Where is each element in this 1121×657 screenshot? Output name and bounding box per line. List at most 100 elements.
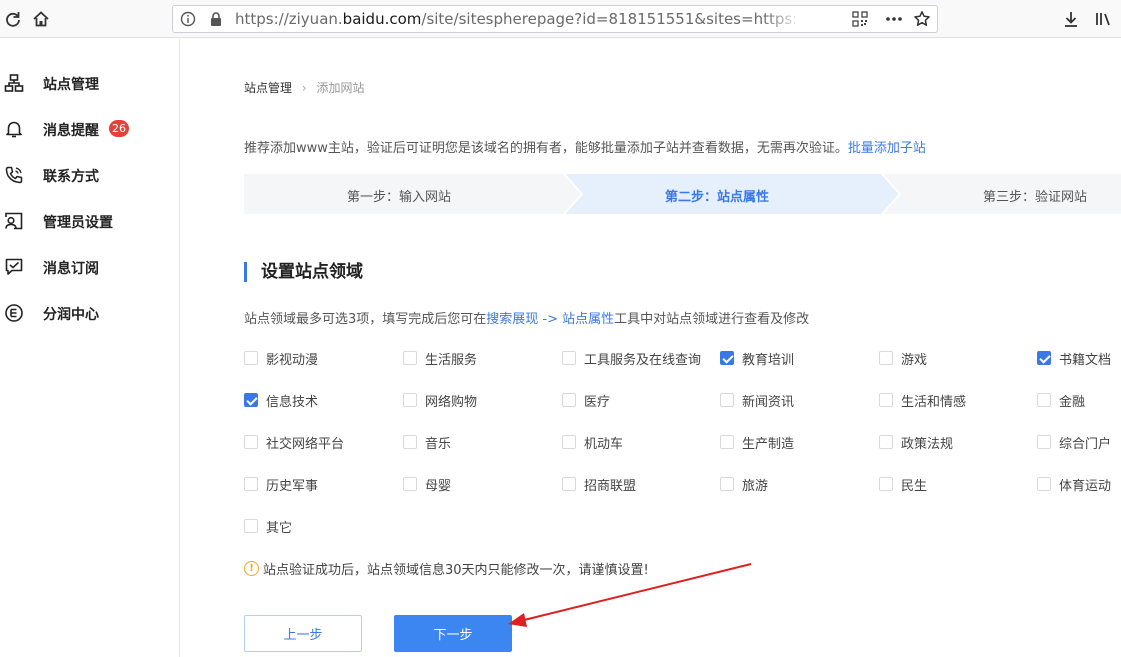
sidebar-item-label: 消息订阅 bbox=[43, 261, 99, 277]
sidebar-item-label: 分润中心 bbox=[43, 307, 99, 323]
checkbox-icon[interactable] bbox=[1037, 393, 1051, 407]
domain-option-label: 影视动漫 bbox=[266, 352, 319, 368]
domain-option-label: 综合门户 bbox=[1059, 436, 1112, 452]
site-attribute-tool-link[interactable]: 搜索展现 -> 站点属性 bbox=[486, 312, 614, 327]
checkbox-icon[interactable] bbox=[562, 351, 576, 365]
domain-option[interactable]: 社交网络平台 bbox=[244, 433, 344, 452]
phone-icon bbox=[4, 165, 24, 185]
domain-option[interactable]: 书籍文档 bbox=[1037, 349, 1111, 368]
browser-toolbar: https://ziyuan.baidu.com/site/sitesphere… bbox=[0, 0, 1121, 38]
checkbox-icon[interactable] bbox=[720, 435, 734, 449]
domain-option[interactable]: 母婴 bbox=[403, 475, 452, 494]
checkbox-icon[interactable] bbox=[244, 351, 258, 365]
desc-prefix: 站点领域最多可选3项，填写完成后您可在 bbox=[244, 312, 487, 327]
domain-option[interactable]: 机动车 bbox=[562, 433, 624, 452]
domain-option[interactable]: 信息技术 bbox=[244, 391, 318, 410]
checkbox-icon[interactable] bbox=[403, 435, 417, 449]
url-fade bbox=[763, 8, 803, 30]
domain-option[interactable]: 音乐 bbox=[403, 433, 451, 452]
domain-option[interactable]: 历史军事 bbox=[244, 475, 318, 494]
lock-icon bbox=[205, 8, 227, 30]
checkbox-icon[interactable] bbox=[1037, 477, 1051, 491]
step-1-label: 第一步：输入网站 bbox=[347, 190, 452, 205]
library-icon[interactable] bbox=[1092, 8, 1114, 30]
checkbox-icon[interactable] bbox=[1037, 435, 1051, 449]
domain-option[interactable]: 教育培训 bbox=[720, 349, 794, 368]
address-bar[interactable]: https://ziyuan.baidu.com/site/sitesphere… bbox=[172, 5, 938, 33]
domain-option[interactable]: 综合门户 bbox=[1037, 433, 1112, 452]
checkbox-icon[interactable] bbox=[879, 435, 893, 449]
previous-step-button[interactable]: 上一步 bbox=[244, 615, 362, 652]
checkbox-icon[interactable] bbox=[403, 477, 417, 491]
checkbox-icon[interactable] bbox=[244, 435, 258, 449]
domain-option-label: 母婴 bbox=[425, 478, 452, 494]
subscribe-icon bbox=[4, 257, 24, 277]
sidebar-item-revenue[interactable]: 分润中心 bbox=[0, 298, 180, 328]
domain-option[interactable]: 医疗 bbox=[562, 391, 610, 410]
checkbox-icon[interactable] bbox=[244, 477, 258, 491]
sidebar-item-admin-settings[interactable]: 管理员设置 bbox=[0, 206, 180, 236]
checkbox-icon[interactable] bbox=[403, 393, 417, 407]
more-icon[interactable] bbox=[883, 8, 905, 30]
domain-option[interactable]: 招商联盟 bbox=[562, 475, 636, 494]
checkbox-icon[interactable] bbox=[720, 477, 734, 491]
checkbox-icon[interactable] bbox=[720, 393, 734, 407]
reload-icon[interactable] bbox=[2, 8, 24, 30]
checkbox-icon[interactable] bbox=[562, 435, 576, 449]
sidebar-item-site-management[interactable]: 站点管理 bbox=[0, 68, 180, 98]
batch-add-subsites-link[interactable]: 批量添加子站 bbox=[848, 141, 926, 156]
checkbox-icon[interactable] bbox=[244, 393, 258, 407]
domain-option[interactable]: 游戏 bbox=[879, 349, 928, 368]
domain-option[interactable]: 金融 bbox=[1037, 391, 1086, 410]
breadcrumb-root[interactable]: 站点管理 bbox=[244, 81, 292, 95]
checkbox-icon[interactable] bbox=[562, 477, 576, 491]
checkbox-icon[interactable] bbox=[879, 351, 893, 365]
info-icon[interactable] bbox=[177, 8, 199, 30]
checkbox-icon[interactable] bbox=[1037, 351, 1051, 365]
checkbox-icon[interactable] bbox=[244, 519, 258, 533]
domain-option-label: 机动车 bbox=[584, 436, 624, 452]
warning-text: 站点验证成功后，站点领域信息30天内只能修改一次，请谨慎设置! bbox=[263, 563, 649, 578]
section-description: 站点领域最多可选3项，填写完成后您可在搜索展现 -> 站点属性工具中对站点领域进… bbox=[244, 308, 809, 327]
step-2-label: 第二步：站点属性 bbox=[665, 190, 770, 205]
sidebar-item-label: 消息提醒 bbox=[43, 123, 99, 139]
domain-option[interactable]: 生活和情感 bbox=[879, 391, 966, 410]
url-host-domain: baidu.com bbox=[342, 10, 422, 28]
domain-option[interactable]: 工具服务及在线查询 bbox=[562, 349, 701, 368]
url-path: /site/sitespherepage?id=818151551&sites=… bbox=[421, 10, 795, 28]
domain-option-label: 游戏 bbox=[901, 352, 928, 368]
notification-count-badge: 26 bbox=[109, 120, 129, 137]
domain-option-label: 体育运动 bbox=[1059, 478, 1112, 494]
domain-option[interactable]: 民生 bbox=[879, 475, 928, 494]
domain-option[interactable]: 体育运动 bbox=[1037, 475, 1112, 494]
step-3-label: 第三步：验证网站 bbox=[983, 190, 1088, 205]
domain-option-label: 金融 bbox=[1059, 394, 1086, 410]
checkbox-icon[interactable] bbox=[403, 351, 417, 365]
domain-option[interactable]: 影视动漫 bbox=[244, 349, 319, 368]
domain-option[interactable]: 新闻资讯 bbox=[720, 391, 794, 410]
checkbox-icon[interactable] bbox=[879, 393, 893, 407]
checkbox-icon[interactable] bbox=[879, 477, 893, 491]
domain-option[interactable]: 政策法规 bbox=[879, 433, 953, 452]
domain-option[interactable]: 旅游 bbox=[720, 475, 768, 494]
sidebar-item-subscriptions[interactable]: 消息订阅 bbox=[0, 252, 180, 282]
domain-option-label: 其它 bbox=[266, 520, 293, 536]
domain-option-label: 民生 bbox=[901, 478, 928, 494]
home-icon[interactable] bbox=[30, 8, 52, 30]
bookmark-star-icon[interactable] bbox=[911, 8, 933, 30]
checkbox-icon[interactable] bbox=[562, 393, 576, 407]
domain-option[interactable]: 生活服务 bbox=[403, 349, 477, 368]
next-step-button[interactable]: 下一步 bbox=[394, 615, 512, 652]
sidebar-item-notifications[interactable]: 消息提醒 26 bbox=[0, 114, 180, 144]
qr-code-icon[interactable] bbox=[849, 8, 871, 30]
domain-option[interactable]: 其它 bbox=[244, 517, 293, 536]
domain-option[interactable]: 网络购物 bbox=[403, 391, 477, 410]
revenue-icon bbox=[4, 303, 24, 323]
checkbox-icon[interactable] bbox=[720, 351, 734, 365]
sidebar-item-label: 管理员设置 bbox=[43, 215, 113, 231]
breadcrumb: 站点管理 › 添加网站 bbox=[244, 79, 365, 96]
download-icon[interactable] bbox=[1060, 8, 1082, 30]
url-host-prefix: https://ziyuan. bbox=[235, 10, 343, 28]
sidebar-item-contact[interactable]: 联系方式 bbox=[0, 160, 180, 190]
domain-option[interactable]: 生产制造 bbox=[720, 433, 794, 452]
